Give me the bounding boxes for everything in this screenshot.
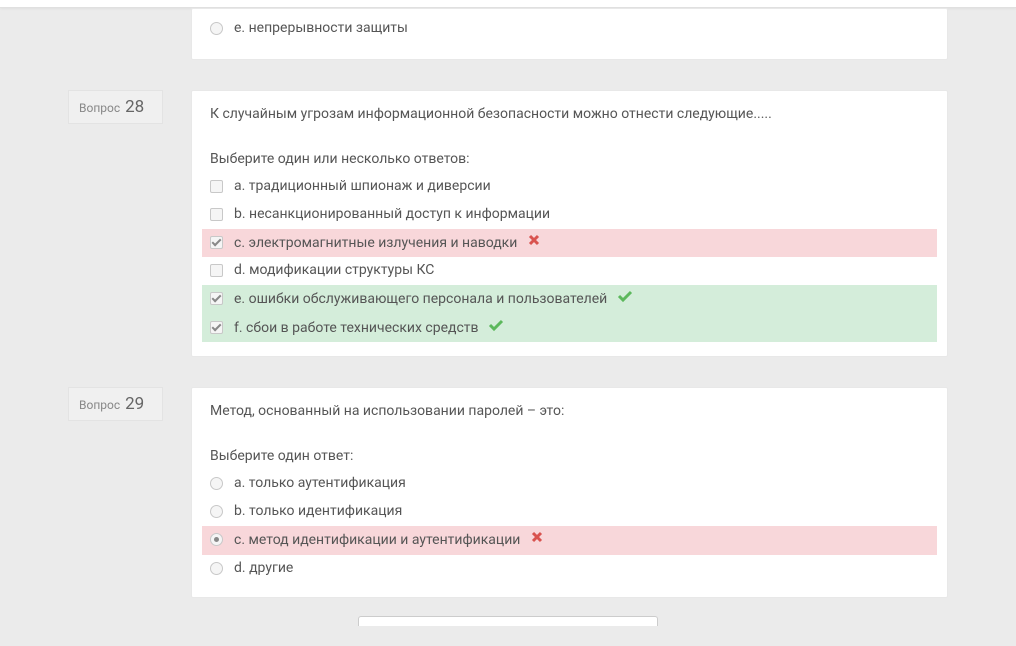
answer-option[interactable]: b. несанкционированный доступ к информац… [202,201,937,229]
check-icon [617,289,633,310]
checkbox-icon[interactable] [210,180,223,193]
radio-wrap [210,562,224,576]
radio-icon[interactable] [210,533,223,546]
answer-text: несанкционированный доступ к информации [249,206,550,222]
question-row-28: Вопрос 28 К случайным угрозам информацио… [68,90,948,357]
answer-letter: e. [234,291,245,307]
question-text: Метод, основанный на использовании парол… [210,402,929,422]
cross-icon [527,233,541,254]
answer-label: e. непрерывности защиты [234,19,408,39]
radio-icon[interactable] [210,477,223,490]
question-label-word: Вопрос [79,398,120,412]
question-number: 29 [125,394,144,414]
answer-label: d. другие [234,559,293,579]
answer-text: метод идентификации и аутентификации [249,532,521,548]
question-prompt: Выберите один или несколько ответов: [210,151,929,167]
answer-letter: b. [234,503,246,519]
question-label: Вопрос 29 [68,387,163,421]
answer-letter: d. [234,262,246,278]
answer-letter: c. [234,235,245,251]
radio-wrap [210,22,224,36]
answer-letter: a. [234,475,245,491]
check-icon [488,318,504,339]
checkbox-wrap [210,208,224,222]
radio-icon[interactable] [210,562,223,575]
question-label-word: Вопрос [79,101,120,115]
answer-option[interactable]: e. непрерывности защиты [202,15,937,43]
answer-letter: b. [234,206,246,222]
answer-label: b. только идентификация [234,502,402,522]
checkbox-wrap [210,236,224,250]
radio-wrap [210,505,224,519]
answer-label: c. электромагнитные излучения и наводки [234,233,541,254]
answer-option[interactable]: f. сбои в работе технических средств [202,314,937,343]
question-body: К случайным угрозам информационной безоп… [191,90,948,357]
checkbox-wrap [210,292,224,306]
fragment-question-body: e. непрерывности защиты [191,8,948,60]
answer-label: f. сбои в работе технических средств [234,318,504,339]
answer-text: модификации структуры КС [249,262,434,278]
radio-wrap [210,477,224,491]
bottom-fragment [68,616,948,626]
answer-option[interactable]: b. только идентификация [202,498,937,526]
question-label: Вопрос 28 [68,90,163,124]
answer-letter: d. [234,560,246,576]
checkbox-wrap [210,321,224,335]
answer-label: a. традиционный шпионаж и диверсии [234,177,491,197]
checkbox-wrap [210,180,224,194]
answer-label: e. ошибки обслуживающего персонала и пол… [234,289,633,310]
radio-icon[interactable] [210,505,223,518]
checkbox-icon[interactable] [210,264,223,277]
answer-text: сбои в работе технических средств [246,320,479,336]
bottom-fragment-box [358,616,658,626]
top-bar [0,0,1016,8]
answer-label: c. метод идентификации и аутентификации [234,530,544,551]
checkbox-icon[interactable] [210,208,223,221]
checkbox-wrap [210,264,224,278]
main-container: e. непрерывности защиты Вопрос 28 К случ… [48,8,968,646]
radio-wrap [210,533,224,547]
answer-option[interactable]: a. только аутентификация [202,470,937,498]
answer-text: ошибки обслуживающего персонала и пользо… [249,291,608,307]
question-body: Метод, основанный на использовании парол… [191,387,948,597]
checkbox-icon[interactable] [210,321,223,334]
answer-text: электромагнитные излучения и наводки [249,235,518,251]
answer-letter: e. [234,20,245,36]
answer-label: b. несанкционированный доступ к информац… [234,205,550,225]
answer-option[interactable]: d. модификации структуры КС [202,257,937,285]
answer-option[interactable]: c. метод идентификации и аутентификации [202,526,937,555]
answer-text: традиционный шпионаж и диверсии [249,178,491,194]
answer-letter: f. [234,320,243,336]
checkbox-icon[interactable] [210,292,223,305]
checkbox-icon[interactable] [210,236,223,249]
fragment-row: e. непрерывности защиты [68,8,948,60]
radio-icon[interactable] [210,22,223,35]
cross-icon [530,530,544,551]
question-number: 28 [125,97,144,117]
answer-letter: c. [234,532,245,548]
answer-text: непрерывности защиты [249,20,408,36]
answer-option[interactable]: d. другие [202,555,937,583]
answer-letter: a. [234,178,245,194]
answer-text: только идентификация [249,503,402,519]
answer-label: a. только аутентификация [234,474,406,494]
answer-option[interactable]: e. ошибки обслуживающего персонала и пол… [202,285,937,314]
answer-label: d. модификации структуры КС [234,261,434,281]
question-text: К случайным угрозам информационной безоп… [210,105,929,125]
answer-text: только аутентификация [249,475,406,491]
answer-text: другие [249,560,293,576]
answer-option[interactable]: a. традиционный шпионаж и диверсии [202,173,937,201]
question-row-29: Вопрос 29 Метод, основанный на использов… [68,387,948,597]
answer-option[interactable]: c. электромагнитные излучения и наводки [202,229,937,258]
question-prompt: Выберите один ответ: [210,448,929,464]
